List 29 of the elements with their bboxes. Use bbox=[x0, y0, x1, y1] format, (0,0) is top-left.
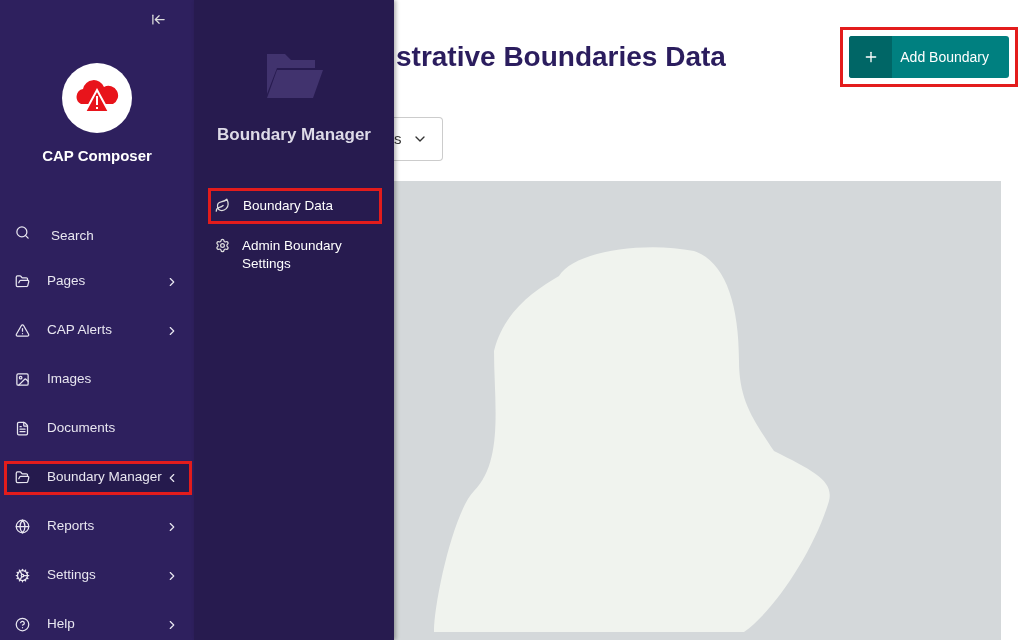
folder-icon bbox=[15, 274, 31, 289]
document-icon bbox=[15, 421, 31, 436]
globe-icon bbox=[15, 519, 31, 534]
nav-item[interactable]: Settings bbox=[7, 561, 189, 590]
warning-icon bbox=[15, 323, 31, 338]
brand-name: CAP Composer bbox=[42, 146, 152, 166]
gear-icon bbox=[215, 237, 230, 253]
leaf-icon bbox=[215, 197, 231, 213]
nav-item[interactable]: Pages bbox=[7, 267, 189, 296]
nav-item[interactable]: Boundary Manager bbox=[7, 463, 189, 492]
image-icon bbox=[15, 372, 31, 387]
filter-dropdown[interactable]: s bbox=[394, 117, 443, 161]
plus-icon bbox=[849, 36, 893, 78]
flyout-title: Boundary Manager bbox=[216, 124, 372, 146]
nav-item[interactable]: Documents bbox=[7, 414, 189, 443]
nav-item[interactable]: Help bbox=[7, 610, 189, 639]
folder-icon bbox=[15, 470, 31, 485]
nav-item[interactable]: CAP Alerts bbox=[7, 316, 189, 345]
help-icon bbox=[15, 617, 31, 632]
submenu-item[interactable]: Admin Boundary Settings bbox=[211, 230, 379, 279]
page-title: strative Boundaries Data bbox=[396, 40, 726, 74]
nav-item[interactable]: Search bbox=[7, 218, 189, 247]
collapse-icon bbox=[151, 12, 166, 27]
submenu-item[interactable]: Boundary Data bbox=[211, 190, 379, 221]
gears-icon bbox=[15, 568, 31, 583]
nav-item[interactable]: Reports bbox=[7, 512, 189, 541]
add-boundary-button[interactable]: Add Boundary bbox=[849, 36, 1009, 78]
nav-item[interactable]: Images bbox=[7, 365, 189, 394]
search-icon bbox=[15, 225, 31, 240]
